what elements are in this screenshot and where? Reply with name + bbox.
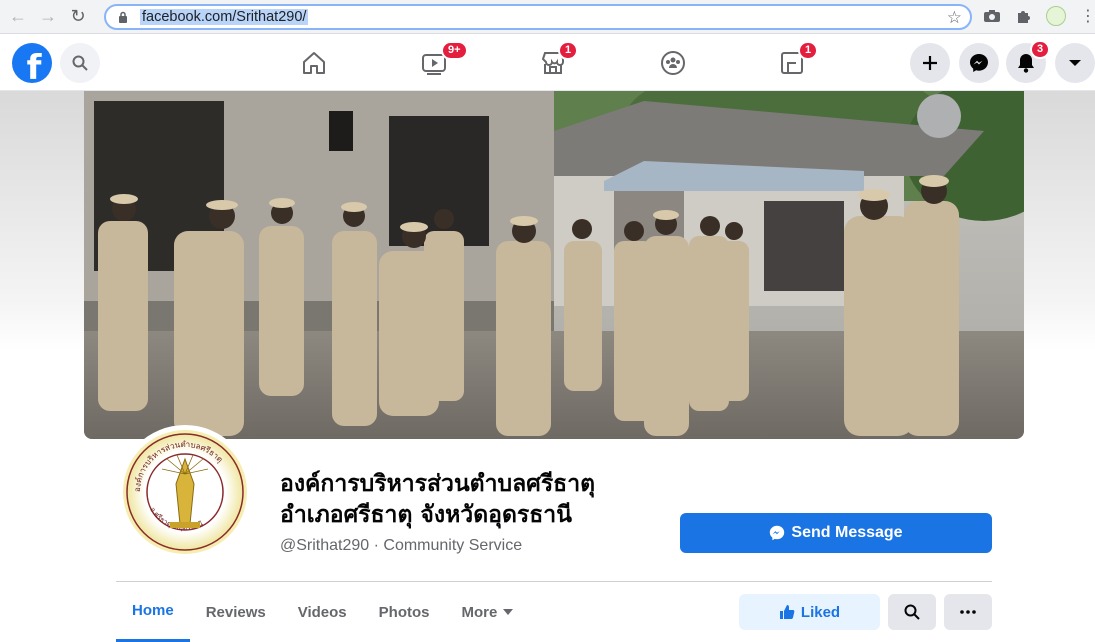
messenger-icon	[970, 54, 988, 72]
lock-icon	[116, 10, 130, 24]
extensions-puzzle-icon[interactable]	[1014, 6, 1034, 26]
tab-watch[interactable]: 9+	[379, 35, 489, 91]
page-title-line2: อำเภอศรีธาตุ จังหวัดอุดรธานี	[280, 502, 572, 528]
search-button[interactable]	[60, 43, 100, 83]
page-title-line1: องค์การบริหารส่วนตำบลศรีธาตุ	[280, 471, 596, 497]
more-options-button[interactable]	[944, 594, 992, 630]
reload-icon[interactable]: ↻	[66, 5, 90, 29]
bookmark-star-icon[interactable]: ☆	[947, 8, 962, 28]
tab-more-label: More	[461, 603, 498, 621]
back-arrow-icon[interactable]: ←	[6, 5, 30, 29]
thumbs-up-icon	[779, 605, 795, 619]
send-message-label: Send Message	[791, 524, 903, 541]
messenger-button[interactable]	[959, 43, 999, 83]
page-title: องค์การบริหารส่วนตำบลศรีธาตุ อำเภอศรีธาต…	[280, 469, 595, 531]
search-icon	[72, 55, 88, 71]
tab-home[interactable]: Home	[116, 590, 190, 642]
gaming-badge: 1	[798, 41, 819, 60]
account-menu-button[interactable]	[1055, 43, 1095, 83]
page-tabs: Home Reviews Videos Photos More	[116, 590, 529, 642]
tab-marketplace[interactable]: 1	[498, 35, 608, 91]
extension-badge[interactable]	[1046, 6, 1066, 26]
groups-icon	[661, 51, 685, 75]
tab-groups[interactable]	[618, 35, 728, 91]
browser-toolbar: ← → ↻ facebook.com/Srithat290/ ☆ ⋮	[0, 0, 1095, 34]
page-search-button[interactable]	[888, 594, 936, 630]
page-profile-picture[interactable]: องค์การบริหารส่วนตำบลศรีธาตุ อ.ศรีธาตุ จ…	[118, 425, 252, 559]
liked-button[interactable]: Liked	[739, 594, 880, 630]
caret-down-icon	[503, 608, 514, 615]
plus-icon	[923, 56, 937, 70]
tab-videos-label: Videos	[297, 603, 347, 621]
cover-photo[interactable]	[84, 91, 1024, 439]
tab-more[interactable]: More	[446, 590, 530, 634]
forward-arrow-icon[interactable]: →	[36, 5, 60, 29]
camera-icon[interactable]	[982, 6, 1002, 26]
kebab-menu-icon[interactable]: ⋮	[1078, 6, 1095, 26]
url-text: facebook.com/Srithat290/	[140, 9, 309, 25]
liked-label: Liked	[800, 603, 841, 621]
tab-home-label: Home	[132, 602, 174, 619]
tab-photos-label: Photos	[378, 603, 430, 621]
home-icon	[303, 52, 325, 74]
notifications-badge: 3	[1030, 40, 1051, 59]
cover-photo-image	[84, 91, 1024, 439]
messenger-icon	[770, 525, 785, 541]
tab-videos[interactable]: Videos	[282, 590, 363, 634]
send-message-button[interactable]: Send Message	[680, 513, 992, 553]
search-icon	[904, 604, 920, 620]
address-bar[interactable]: facebook.com/Srithat290/ ☆	[104, 4, 972, 30]
section-divider	[116, 581, 992, 582]
tab-gaming[interactable]: 1	[737, 35, 847, 91]
facebook-header: f 9+ 1 1 3	[0, 35, 1095, 91]
watch-badge: 9+	[441, 41, 468, 60]
create-button[interactable]	[910, 43, 950, 83]
tab-reviews[interactable]: Reviews	[190, 590, 282, 634]
page-handle-category: @Srithat290 · Community Service	[280, 537, 523, 554]
tab-reviews-label: Reviews	[205, 603, 266, 621]
tab-photos[interactable]: Photos	[363, 590, 446, 634]
ellipsis-icon	[960, 610, 976, 614]
marketplace-badge: 1	[558, 41, 579, 60]
facebook-logo-icon[interactable]: f	[12, 43, 52, 83]
notifications-button[interactable]: 3	[1006, 40, 1051, 83]
page-logo-image: องค์การบริหารส่วนตำบลศรีธาตุ อ.ศรีธาตุ จ…	[123, 430, 247, 554]
tab-home[interactable]	[259, 35, 369, 91]
caret-down-icon	[1069, 60, 1081, 66]
